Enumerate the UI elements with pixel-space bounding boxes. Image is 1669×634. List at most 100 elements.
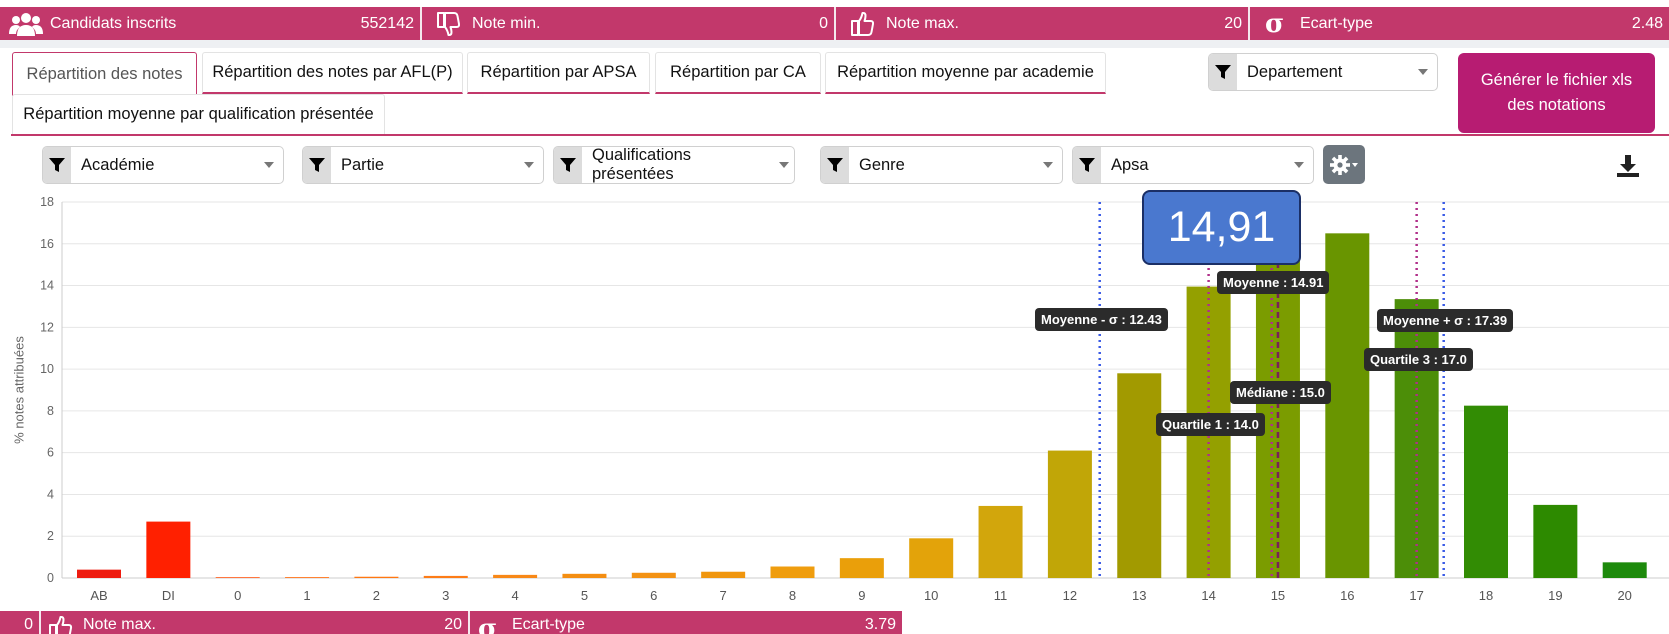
download-button[interactable]	[1616, 154, 1640, 178]
tab-label: Répartition des notes par AFL(P)	[212, 63, 453, 81]
tab-repartition-ca[interactable]: Répartition par CA	[655, 52, 821, 94]
users-icon	[8, 11, 44, 37]
y-tick-label: 14	[40, 279, 54, 293]
y-tick-label: 6	[47, 446, 54, 460]
bar-9	[839, 558, 884, 578]
gear-icon	[1330, 154, 1358, 175]
stats-bar: Candidats inscrits 552142 Note min. 0 No…	[0, 7, 1669, 40]
ecart-label: Ecart-type	[1300, 14, 1373, 32]
y-tick-label: 4	[47, 487, 54, 501]
y-tick-label: 0	[47, 571, 54, 585]
chevron-down-icon	[774, 147, 794, 183]
note-min-value: 0	[819, 14, 828, 32]
tab-repartition-afl[interactable]: Répartition des notes par AFL(P)	[202, 52, 463, 94]
sigma-icon: σ	[1258, 10, 1294, 38]
chevron-down-icon	[1034, 147, 1062, 183]
filter-icon	[821, 147, 849, 183]
ref-label-quartile-1: Quartile 1 : 14.0	[1156, 413, 1265, 436]
y-tick-label: 10	[40, 362, 54, 376]
sigma-icon: σ	[476, 614, 506, 634]
bar-19	[1533, 504, 1578, 578]
bar-18	[1464, 405, 1508, 578]
highlight-value-box: 14,91	[1142, 190, 1301, 265]
svg-text:σ: σ	[1265, 10, 1284, 38]
bar-10	[909, 538, 954, 578]
departement-value: Departement	[1247, 62, 1343, 81]
tab-repartition-academie[interactable]: Répartition moyenne par academie	[825, 52, 1106, 94]
x-tick-label: 11	[994, 588, 1008, 603]
generate-xls-button[interactable]: Générer le fichier xls des notations	[1458, 53, 1655, 133]
bar-5	[562, 573, 607, 578]
bar-DI	[146, 521, 191, 578]
bar-7	[701, 571, 746, 578]
filter-icon	[554, 147, 582, 183]
bar-1	[285, 577, 330, 578]
bar-13	[1117, 373, 1162, 578]
y-axis-label: % notes attribuées	[11, 336, 27, 444]
y-tick-label: 8	[47, 404, 54, 418]
x-tick-label: 0	[234, 588, 241, 603]
qualifications-select[interactable]: Qualifications présentées	[553, 146, 795, 184]
bottom-note-max: Note max. 20	[41, 611, 470, 634]
academie-select[interactable]: Académie	[42, 146, 284, 184]
settings-button[interactable]	[1323, 145, 1365, 184]
x-tick-label: 20	[1617, 588, 1631, 603]
candidats-label: Candidats inscrits	[50, 14, 177, 32]
y-tick-label: 16	[40, 237, 54, 251]
tab-repartition-apsa[interactable]: Répartition par APSA	[467, 52, 650, 94]
filter-icon	[43, 147, 71, 183]
stat-candidats: Candidats inscrits 552142	[0, 7, 422, 40]
x-tick-label: AB	[90, 588, 107, 603]
candidats-value: 552142	[360, 14, 414, 32]
tab-repartition-qualification[interactable]: Répartition moyenne par qualification pr…	[12, 94, 385, 136]
filter-icon	[1073, 147, 1101, 183]
academie-value: Académie	[81, 155, 155, 174]
thumbs-up-icon	[844, 11, 880, 37]
thumbs-down-icon	[430, 11, 466, 37]
qualifications-value: Qualifications présentées	[592, 146, 692, 183]
partie-select[interactable]: Partie	[302, 146, 544, 184]
note-min-label: Note min.	[472, 14, 541, 32]
chevron-down-icon	[255, 147, 283, 183]
ref-label-moyenne-minus-sigma: Moyenne - σ : 12.43	[1035, 308, 1168, 331]
bar-2	[354, 576, 399, 578]
x-tick-label: 17	[1409, 588, 1423, 603]
bottom-ecart-label: Ecart-type	[512, 616, 585, 633]
tab-label: Répartition moyenne par academie	[837, 63, 1094, 81]
apsa-value: Apsa	[1111, 155, 1149, 174]
bar-12	[1047, 450, 1092, 578]
x-tick-label: 7	[720, 588, 727, 603]
x-tick-label: 1	[303, 588, 310, 603]
partie-value: Partie	[341, 155, 385, 174]
x-tick-label: DI	[162, 588, 175, 603]
x-tick-label: 5	[581, 588, 588, 603]
tab-repartition-notes[interactable]: Répartition des notes	[12, 52, 197, 96]
bar-20	[1602, 562, 1647, 578]
y-tick-label: 2	[47, 529, 54, 543]
bar-11	[978, 505, 1023, 578]
note-max-label: Note max.	[886, 14, 959, 32]
genre-value: Genre	[859, 155, 905, 174]
stats-divider	[0, 40, 1669, 48]
x-tick-label: 10	[924, 588, 938, 603]
download-icon	[1617, 155, 1639, 177]
ref-label-moyenne: Moyenne : 14.91	[1217, 271, 1330, 294]
filter-icon	[1209, 54, 1237, 90]
note-max-value: 20	[1224, 14, 1242, 32]
x-tick-label: 2	[373, 588, 380, 603]
bottom-note-min: 0	[0, 611, 41, 634]
x-tick-label: 15	[1271, 588, 1285, 603]
bar-4	[493, 574, 538, 578]
apsa-select[interactable]: Apsa	[1072, 146, 1314, 184]
genre-select[interactable]: Genre	[820, 146, 1063, 184]
x-tick-label: 14	[1201, 588, 1215, 603]
chevron-down-icon	[515, 147, 543, 183]
chevron-down-icon	[1409, 54, 1437, 90]
x-tick-label: 12	[1063, 588, 1077, 603]
bottom-note-max-value: 20	[444, 616, 462, 633]
departement-select[interactable]: Departement	[1208, 53, 1438, 91]
chevron-down-icon	[1285, 147, 1313, 183]
x-tick-label: 6	[650, 588, 657, 603]
tabs-underline	[11, 134, 1669, 136]
tab-label: Répartition par APSA	[480, 63, 637, 81]
